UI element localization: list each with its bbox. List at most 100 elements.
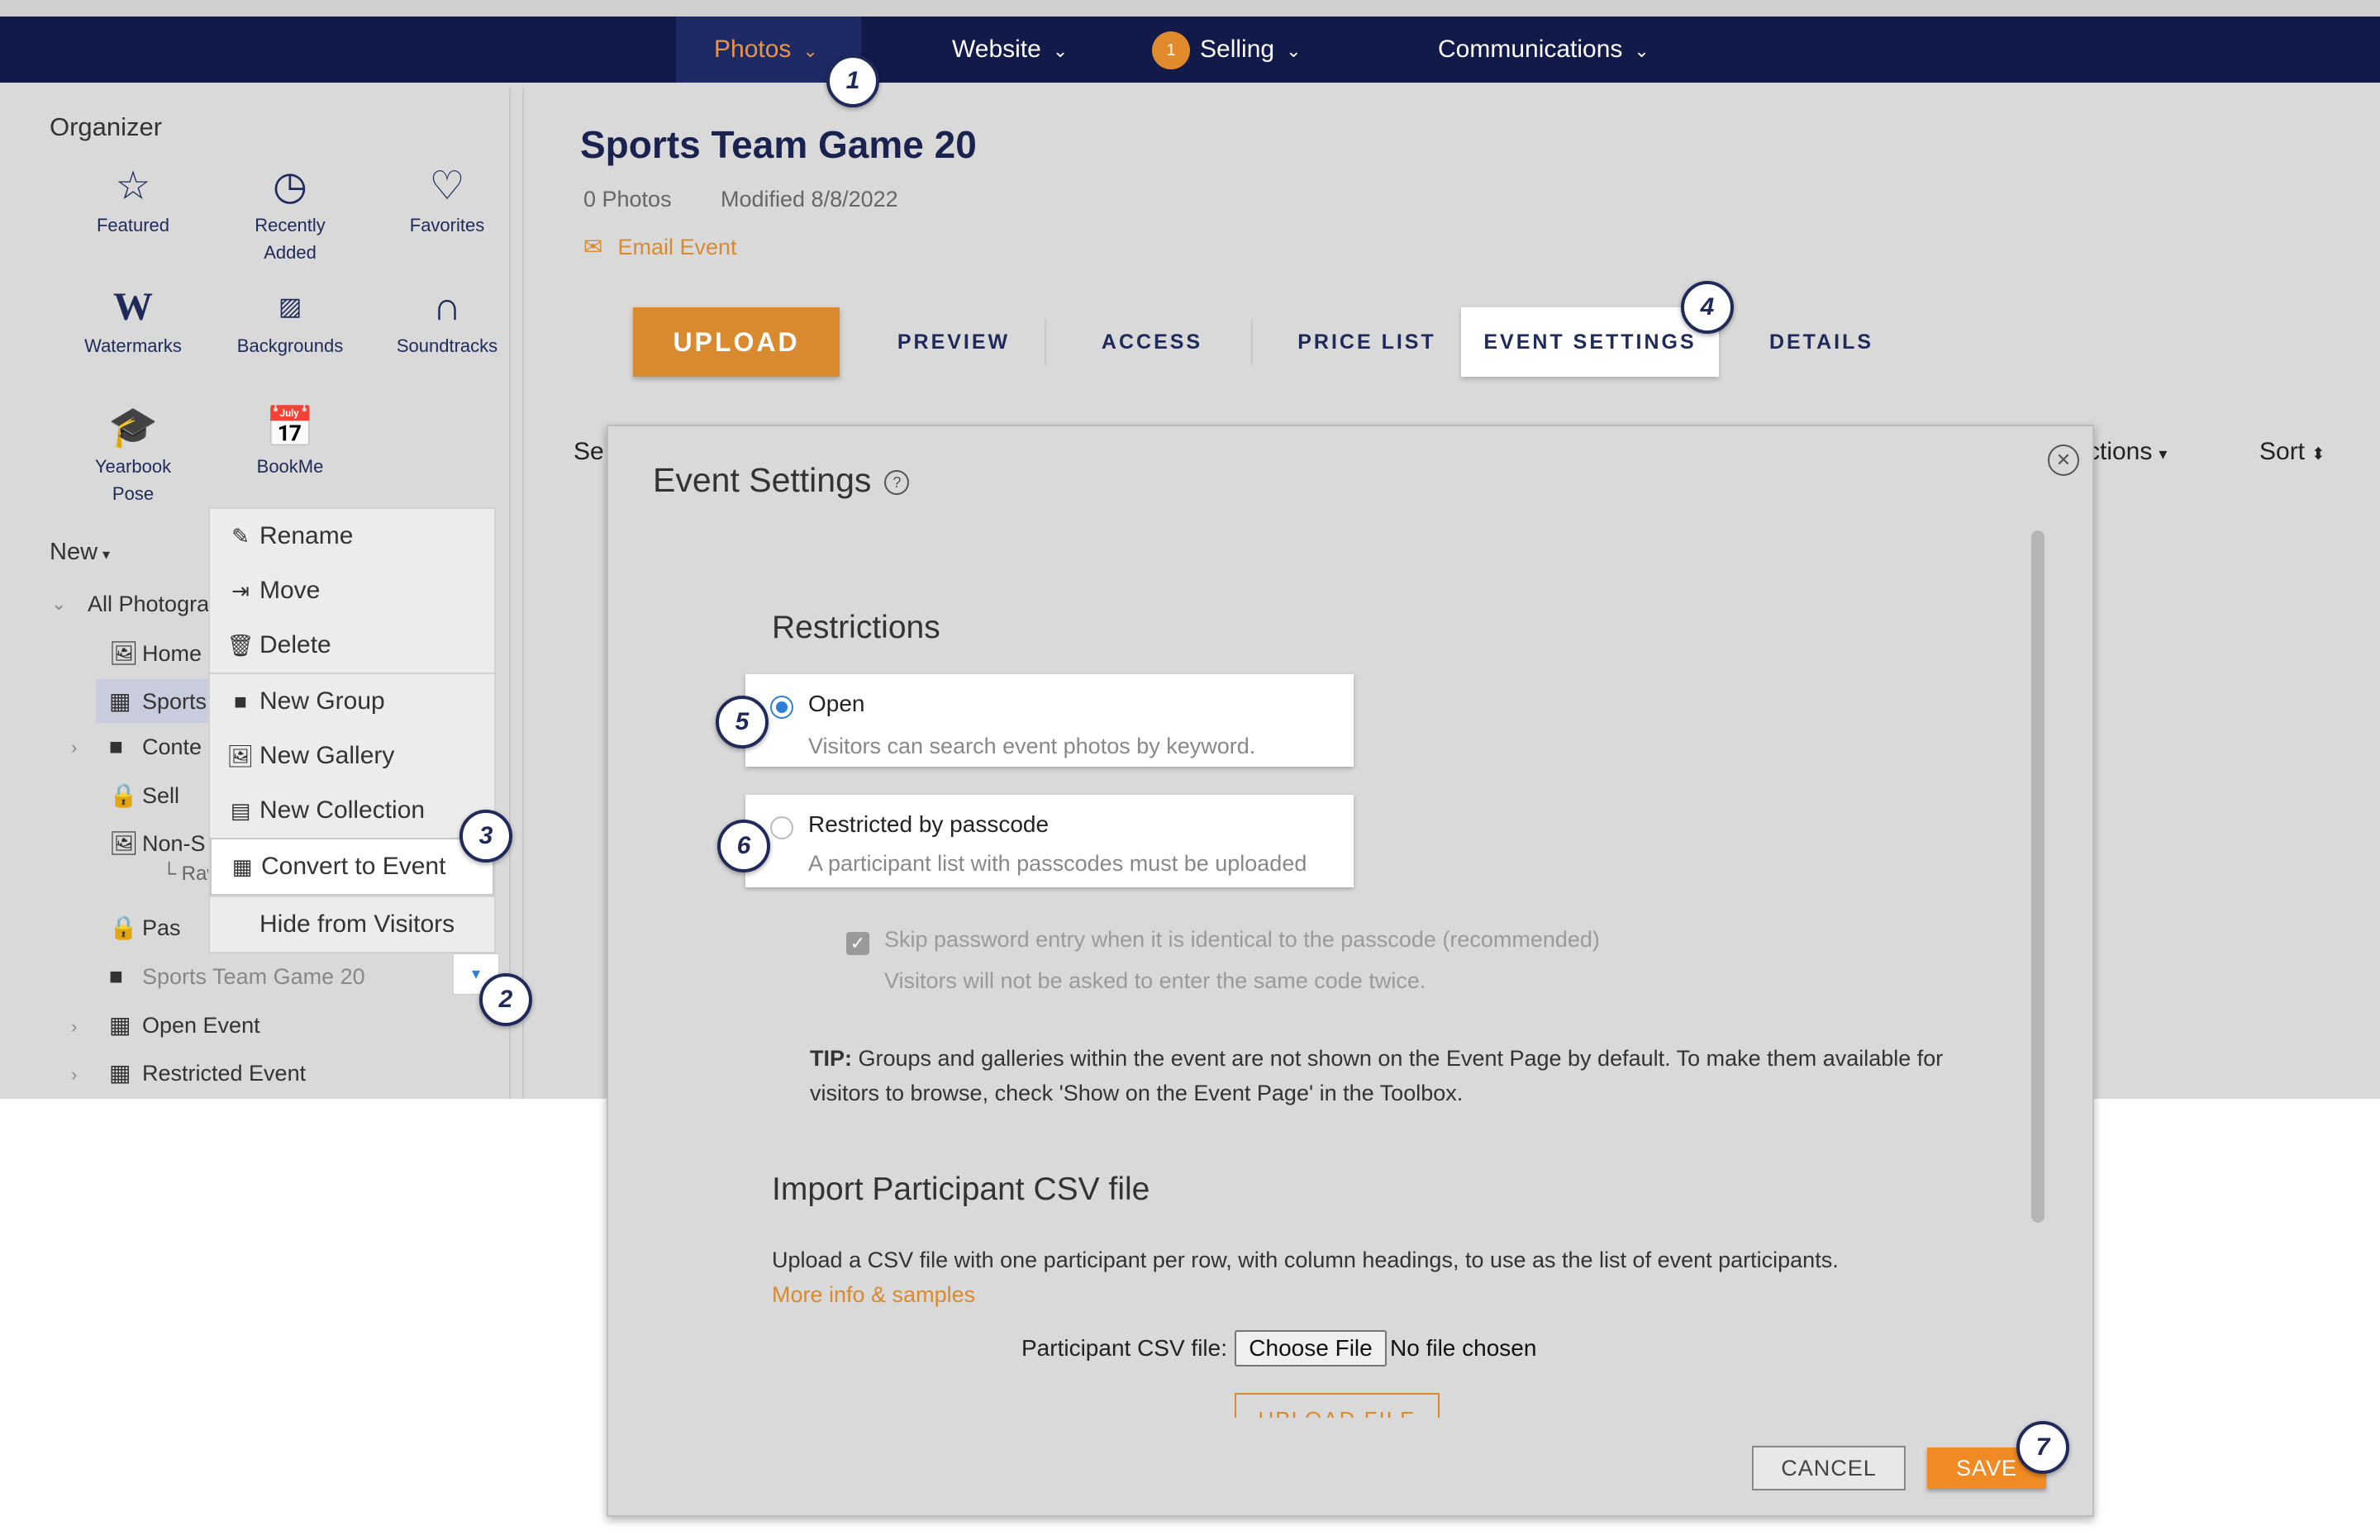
help-icon[interactable]: ? <box>884 470 910 496</box>
folder-icon: ■ <box>109 963 123 989</box>
chevron-right-icon[interactable]: › <box>71 1064 77 1086</box>
step-marker-7: 7 <box>2016 1421 2069 1474</box>
gallery-icon: 🖼 <box>109 640 139 666</box>
step-marker-4: 4 <box>1681 281 1734 334</box>
nav-communications[interactable]: Communications ⌄ <box>1438 17 1649 83</box>
tree-item-conte[interactable]: ■ Conte <box>109 734 202 760</box>
star-icon: ☆ <box>115 164 151 208</box>
more-info-link[interactable]: More info & samples <box>772 1282 975 1308</box>
tree-item-non-s[interactable]: 🖼 Non-S <box>109 829 206 857</box>
caret-down-icon: ▾ <box>102 546 111 563</box>
folder-icon: ■ <box>234 689 247 714</box>
chevron-right-icon[interactable]: › <box>71 737 77 758</box>
gallery-icon: 🖼 <box>109 830 139 856</box>
backgrounds-label: Backgrounds <box>236 335 344 356</box>
tab-details[interactable]: DETAILS <box>1739 307 1904 377</box>
organizer-yearbook-pose[interactable]: 🎓 Yearbook Pose <box>55 403 212 507</box>
nav-selling[interactable]: 1 Selling ⌄ <box>1152 17 1302 83</box>
new-dropdown[interactable]: New ▾ <box>50 539 110 566</box>
email-event-link[interactable]: ✉ Email Event <box>583 233 737 260</box>
select-control[interactable]: Se <box>574 438 604 466</box>
actions-label: ctions <box>2087 438 2153 465</box>
tree-item-label: Non-S <box>142 831 206 856</box>
calendar-icon: ▦ <box>109 1012 131 1038</box>
modal-title: Event Settings? <box>653 461 910 500</box>
choose-file-button[interactable]: Choose File <box>1235 1330 1387 1367</box>
chevron-down-icon[interactable]: ⌄ <box>51 593 66 615</box>
restrictions-heading: Restrictions <box>772 610 940 645</box>
tree-item-open-event[interactable]: ▦ Open Event <box>109 1011 260 1039</box>
open-description: Visitors can search event photos by keyw… <box>808 734 1256 758</box>
actions-control[interactable]: ctions ▾ <box>2087 438 2167 466</box>
open-label: Open <box>808 691 865 716</box>
radio-restricted[interactable] <box>770 816 793 839</box>
headphones-icon: ∩ <box>432 285 462 329</box>
step-marker-1: 1 <box>826 55 879 107</box>
menu-hide-from-visitors[interactable]: Hide from Visitors <box>210 897 494 952</box>
tab-preview[interactable]: PREVIEW <box>871 307 1036 377</box>
tree-item-sell[interactable]: 🔒 Sell <box>109 782 179 809</box>
menu-new-gallery[interactable]: 🖼 New Gallery <box>210 729 494 783</box>
menu-new-collection[interactable]: ▤ New Collection <box>210 783 494 838</box>
cancel-button[interactable]: CANCEL <box>1752 1446 1906 1490</box>
tree-item-label: Pas <box>142 915 181 940</box>
skip-password-checkbox[interactable]: ✓ <box>846 932 869 955</box>
chevron-right-icon[interactable]: › <box>71 1016 77 1038</box>
event-settings-modal: Event Settings? ✕ Restrictions Open Visi… <box>607 425 2094 1517</box>
option-restricted[interactable]: Restricted by passcode A participant lis… <box>745 795 1354 887</box>
organizer-recently-added[interactable]: ◷ Recently Added <box>212 162 369 266</box>
tree-item-restricted-event[interactable]: ▦ Restricted Event <box>109 1059 306 1086</box>
pencil-icon: ✎ <box>231 524 250 549</box>
close-icon[interactable]: ✕ <box>2048 444 2079 476</box>
gallery-lock-icon: 🔒 <box>109 915 138 940</box>
tree-item-label: Conte <box>142 734 202 759</box>
menu-item-label: Delete <box>259 631 331 658</box>
sort-label: Sort <box>2259 438 2306 465</box>
clock-icon: ◷ <box>273 164 307 208</box>
tab-price-list[interactable]: PRICE LIST <box>1268 307 1466 377</box>
move-icon: ⇥ <box>231 578 250 603</box>
context-menu: ✎ Rename ⇥ Move 🗑 Delete ■ New Group 🖼 New Ga… <box>208 507 496 953</box>
option-open[interactable]: Open Visitors can search event photos by… <box>745 674 1354 767</box>
selling-badge: 1 <box>1152 31 1190 70</box>
tree-root[interactable]: All Photogra <box>88 592 209 617</box>
sort-control[interactable]: Sort ⬍ <box>2259 438 2325 466</box>
menu-delete[interactable]: 🗑 Delete <box>210 618 494 673</box>
favorites-label: Favorites <box>409 215 485 235</box>
chevron-down-icon: ⌄ <box>1286 40 1302 61</box>
tree-item-home[interactable]: 🖼 Home <box>109 639 202 667</box>
tree-item-sports-team-game-20[interactable]: ■ Sports Team Game 20 <box>109 963 365 990</box>
nav-photos[interactable]: Photos ⌄ <box>714 17 818 83</box>
organizer-featured[interactable]: ☆ Featured <box>55 162 212 239</box>
tip-body: Groups and galleries within the event ar… <box>810 1046 1944 1105</box>
organizer-watermarks[interactable]: W Watermarks <box>55 283 212 359</box>
chevron-down-icon: ⌄ <box>1052 40 1069 61</box>
bookme-label: BookMe <box>256 456 324 477</box>
recently-added-label: Recently Added <box>255 215 326 263</box>
email-event-label: Email Event <box>617 235 737 259</box>
modal-scrollbar[interactable] <box>2031 530 2044 1223</box>
calendar-icon: ▦ <box>231 854 253 879</box>
caret-down-icon: ▾ <box>2159 445 2168 463</box>
tab-event-settings[interactable]: EVENT SETTINGS <box>1461 307 1719 377</box>
tree-item-sports[interactable]: ▦ Sports <box>96 679 221 723</box>
browser-top-strip <box>0 0 2380 17</box>
upload-button[interactable]: UPLOAD <box>633 307 840 377</box>
menu-item-label: Hide from Visitors <box>259 910 455 938</box>
menu-new-group[interactable]: ■ New Group <box>210 674 494 729</box>
caret-down-icon: ▾ <box>471 965 481 983</box>
organizer-favorites[interactable]: ♡ Favorites <box>369 162 526 239</box>
featured-label: Featured <box>96 215 170 235</box>
radio-open[interactable] <box>770 696 793 719</box>
heart-icon: ♡ <box>429 164 465 208</box>
organizer-bookme[interactable]: 📅 BookMe <box>212 403 369 480</box>
nav-website[interactable]: Website ⌄ <box>952 17 1068 83</box>
menu-move[interactable]: ⇥ Move <box>210 563 494 618</box>
organizer-backgrounds[interactable]: ▨ Backgrounds <box>212 283 369 359</box>
organizer-soundtracks[interactable]: ∩ Soundtracks <box>369 283 526 359</box>
menu-convert-to-event[interactable]: ▦ Convert to Event <box>210 838 494 896</box>
tab-access[interactable]: ACCESS <box>1061 307 1243 377</box>
tree-item-pas[interactable]: 🔒 Pas <box>109 914 181 941</box>
menu-rename[interactable]: ✎ Rename <box>210 509 494 563</box>
import-heading: Import Participant CSV file <box>772 1172 1150 1207</box>
